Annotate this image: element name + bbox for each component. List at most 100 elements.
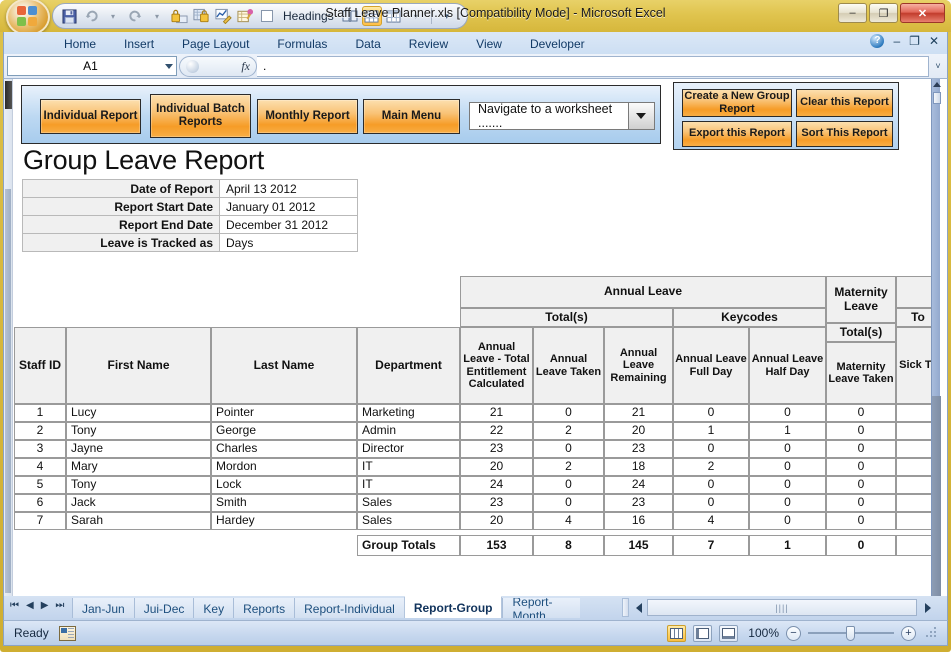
book-view-icon[interactable] [340,6,360,26]
insert-function-icon[interactable]: fx [241,59,250,74]
totals-entitlement[interactable]: 153 [460,535,533,556]
cell-staff-id[interactable]: 1 [14,404,66,422]
cell-full-day[interactable]: 2 [673,458,749,476]
left-gutter-thumb-top[interactable] [5,81,12,109]
next-sheet-icon[interactable]: ▶ [41,600,49,611]
edit-chart-icon[interactable] [213,6,233,26]
cell-last-name[interactable]: Smith [211,494,357,512]
format-icon[interactable] [235,6,255,26]
tab-insert[interactable]: Insert [110,34,168,53]
close-button[interactable]: ✕ [900,3,945,23]
cell-last-name[interactable]: Hardey [211,512,357,530]
cell-entitlement[interactable]: 23 [460,440,533,458]
cell-department[interactable]: Sales [357,512,460,530]
customize-qat-icon[interactable]: ▾ [437,6,457,26]
cell-taken[interactable]: 0 [533,440,604,458]
cell-entitlement[interactable]: 21 [460,404,533,422]
sheet-tab-jan-jun[interactable]: Jan-Jun [72,598,134,618]
zoom-slider[interactable] [808,625,894,641]
table-style-dropdown-icon[interactable]: ▾ [406,6,426,26]
tab-page-layout[interactable]: Page Layout [168,34,263,53]
cell-first-name[interactable]: Mary [66,458,211,476]
cell-half-day[interactable]: 1 [749,422,826,440]
cell-remaining[interactable]: 16 [604,512,673,530]
undo-icon[interactable] [81,6,101,26]
office-button[interactable] [6,0,50,36]
cell-full-day[interactable]: 4 [673,512,749,530]
horizontal-scrollbar[interactable]: |||| [632,598,937,617]
totals-full-day[interactable]: 7 [673,535,749,556]
cell-remaining[interactable]: 24 [604,476,673,494]
cell-department[interactable]: IT [357,476,460,494]
cell-entitlement[interactable]: 22 [460,422,533,440]
cell-maternity[interactable]: 0 [826,422,896,440]
cell-entitlement[interactable]: 20 [460,512,533,530]
sheet-tab-jui-dec[interactable]: Jui-Dec [133,598,194,618]
cell-first-name[interactable]: Tony [66,476,211,494]
cell-maternity[interactable]: 0 [826,404,896,422]
tab-home[interactable]: Home [50,34,110,53]
restore-window-button[interactable]: ❐ [909,34,920,48]
totals-taken[interactable]: 8 [533,535,604,556]
cell-taken[interactable]: 0 [533,476,604,494]
name-box[interactable]: A1 [7,56,177,76]
normal-view-button[interactable] [667,624,686,642]
cell-half-day[interactable]: 0 [749,404,826,422]
vertical-scrollbar-track[interactable] [932,396,941,596]
cell-taken[interactable]: 2 [533,422,604,440]
cell-taken[interactable]: 2 [533,458,604,476]
gridlines-icon[interactable] [361,6,382,26]
scroll-up-icon[interactable] [932,79,941,90]
cell-department[interactable]: Sales [357,494,460,512]
cell-staff-id[interactable]: 4 [14,458,66,476]
worksheet-canvas[interactable]: Individual Report Individual Batch Repor… [13,79,941,596]
cell-half-day[interactable]: 0 [749,476,826,494]
sheet-tab-report-month[interactable]: Report-Month [502,598,581,618]
sheet-tab-report-individual[interactable]: Report-Individual [294,598,404,618]
cell-remaining[interactable]: 23 [604,494,673,512]
vertical-scrollbar[interactable] [931,79,941,596]
redo-icon[interactable] [125,6,145,26]
tab-view[interactable]: View [462,34,516,53]
tab-review[interactable]: Review [395,34,462,53]
tab-data[interactable]: Data [341,34,394,53]
cell-first-name[interactable]: Jayne [66,440,211,458]
cell-entitlement[interactable]: 23 [460,494,533,512]
cell-remaining[interactable]: 18 [604,458,673,476]
cell-taken[interactable]: 0 [533,404,604,422]
left-gutter-scrollbar[interactable] [4,79,13,596]
cell-last-name[interactable]: Mordon [211,458,357,476]
zoom-level-label[interactable]: 100% [745,626,779,640]
cell-maternity[interactable]: 0 [826,512,896,530]
tab-developer[interactable]: Developer [516,34,599,53]
cell-staff-id[interactable]: 2 [14,422,66,440]
resize-grip-icon[interactable] [925,627,937,639]
cell-first-name[interactable]: Jack [66,494,211,512]
cell-full-day[interactable]: 0 [673,404,749,422]
minimize-ribbon-button[interactable]: – [893,34,900,48]
cell-full-day[interactable]: 0 [673,440,749,458]
help-icon[interactable]: ? [870,34,885,48]
cell-full-day[interactable]: 1 [673,422,749,440]
cell-half-day[interactable]: 0 [749,440,826,458]
cell-department[interactable]: IT [357,458,460,476]
totals-remaining[interactable]: 145 [604,535,673,556]
protect-sheet-icon[interactable] [169,6,189,26]
undo-dropdown-icon[interactable]: ▾ [103,6,123,26]
close-workbook-button[interactable]: ✕ [929,34,939,48]
cell-staff-id[interactable]: 3 [14,440,66,458]
cell-full-day[interactable]: 0 [673,476,749,494]
cell-half-day[interactable]: 0 [749,494,826,512]
redo-dropdown-icon[interactable]: ▾ [147,6,167,26]
table-style-icon[interactable] [384,6,404,26]
cell-last-name[interactable]: Charles [211,440,357,458]
cell-taken[interactable]: 4 [533,512,604,530]
zoom-out-button[interactable]: − [786,625,801,641]
cell-department[interactable]: Marketing [357,404,460,422]
sheet-tab-key[interactable]: Key [193,598,234,618]
cell-staff-id[interactable]: 5 [14,476,66,494]
headings-checkbox[interactable] [257,6,277,26]
page-break-preview-button[interactable] [719,624,738,642]
cell-staff-id[interactable]: 6 [14,494,66,512]
cell-department[interactable]: Admin [357,422,460,440]
